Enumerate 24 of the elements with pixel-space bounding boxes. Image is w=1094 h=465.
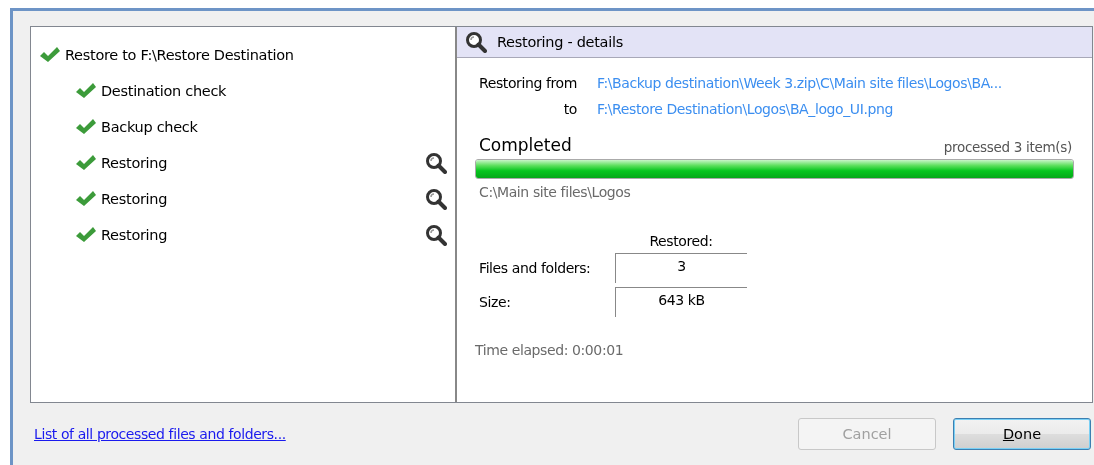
stat-label: Files and folders: bbox=[479, 260, 592, 276]
stat-value: 3 bbox=[615, 253, 747, 283]
stat-label: Size: bbox=[479, 294, 512, 310]
search-icon[interactable] bbox=[425, 152, 447, 174]
dialog-button[interactable]: Done bbox=[953, 417, 1091, 450]
tree-item[interactable]: Backup check bbox=[101, 119, 447, 135]
source-label: Restoring from bbox=[479, 75, 577, 91]
stat-value: 643 kB bbox=[615, 287, 747, 317]
elapsed-time: Time elapsed: 0:00:01 bbox=[475, 342, 625, 358]
processed-count: processed 3 item(s) bbox=[943, 139, 1072, 155]
current-folder: C:\Main site files\Logos bbox=[478, 184, 632, 200]
destination-label: to bbox=[562, 101, 577, 117]
status-text: Completed bbox=[479, 135, 572, 155]
processed-files-link[interactable]: List of all processed files and folders... bbox=[34, 425, 781, 442]
tree-item[interactable]: Restoring bbox=[101, 155, 421, 171]
tree-item[interactable]: Restore to F:\Restore Destination bbox=[65, 47, 447, 63]
column-header: Restored: bbox=[648, 233, 714, 249]
search-icon[interactable] bbox=[425, 188, 447, 210]
search-icon[interactable] bbox=[425, 224, 447, 246]
tree-item[interactable]: Destination check bbox=[101, 83, 447, 99]
tree-item[interactable]: Restoring bbox=[101, 191, 421, 207]
tree-item[interactable]: Restoring bbox=[101, 227, 421, 243]
details-title: Restoring - details bbox=[497, 34, 623, 50]
search-icon[interactable] bbox=[465, 31, 487, 53]
